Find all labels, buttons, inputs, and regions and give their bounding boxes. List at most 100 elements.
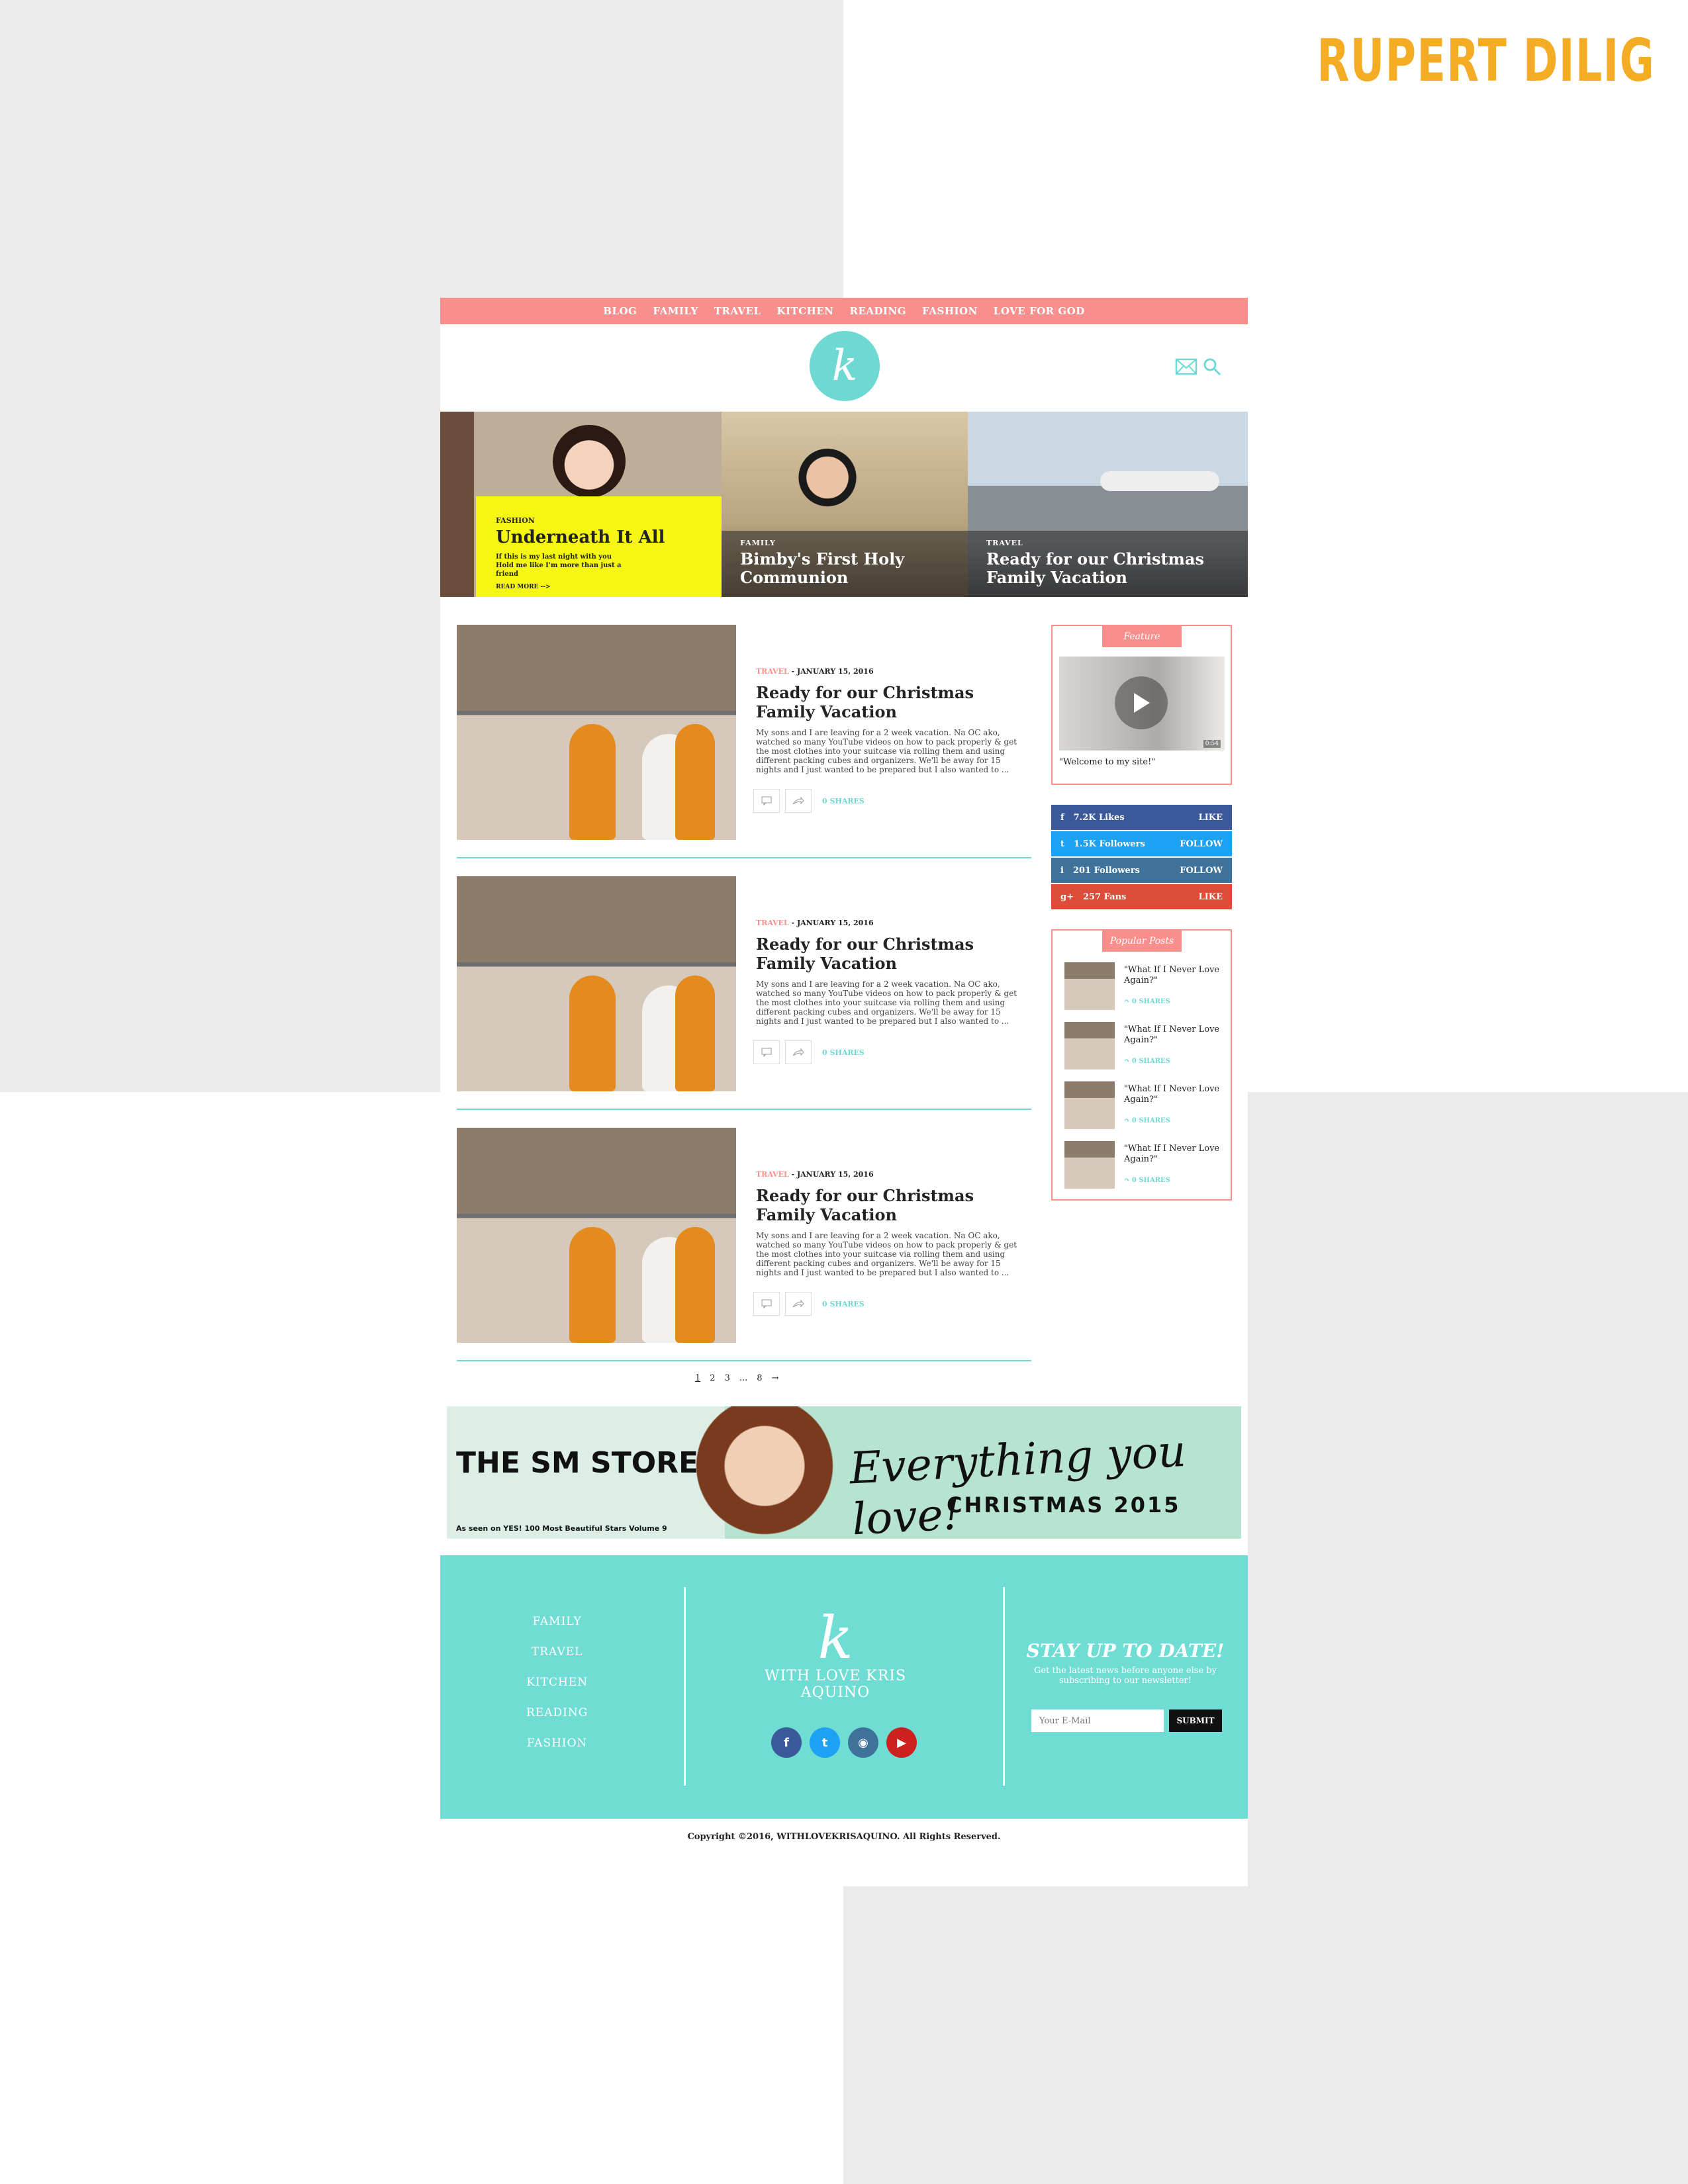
nav-fashion[interactable]: FASHION — [922, 305, 978, 317]
instagram-follow-button[interactable]: FOLLOW — [1180, 866, 1223, 876]
page-3[interactable]: 3 — [725, 1373, 730, 1383]
googleplus-like-button[interactable]: LIKE — [1199, 892, 1223, 902]
submit-button[interactable]: SUBMIT — [1169, 1709, 1222, 1732]
nav-travel[interactable]: TRAVEL — [714, 305, 761, 317]
hero-title[interactable]: Bimby's First Holy Communion — [740, 550, 949, 587]
share-count: 0 SHARES — [1131, 998, 1170, 1005]
pagination: 1 2 3 ... 8 → — [695, 1373, 778, 1383]
hero-title[interactable]: Ready for our Christmas Family Vacation — [986, 550, 1229, 587]
comment-button[interactable] — [753, 1040, 780, 1064]
footer-divider — [1003, 1587, 1005, 1786]
search-icon[interactable] — [1203, 357, 1221, 376]
popular-post-thumb[interactable] — [1064, 962, 1115, 1010]
footer-nav-reading[interactable]: READING — [526, 1706, 588, 1719]
popular-post-title[interactable]: "What If I Never Love Again?" — [1124, 1024, 1223, 1046]
email-field[interactable] — [1031, 1709, 1164, 1732]
post-title[interactable]: Ready for our Christmas Family Vacation — [756, 934, 1021, 973]
popular-post-thumb[interactable] — [1064, 1141, 1115, 1189]
footer-nav-fashion[interactable]: FASHION — [527, 1737, 588, 1750]
comment-button[interactable] — [753, 789, 780, 813]
googleplus-row[interactable]: g+ 257 Fans LIKE — [1051, 884, 1232, 909]
play-icon[interactable] — [1115, 676, 1168, 729]
popular-post-title[interactable]: "What If I Never Love Again?" — [1124, 1084, 1223, 1105]
site-logo[interactable]: k — [810, 331, 880, 401]
facebook-like-button[interactable]: LIKE — [1199, 813, 1223, 823]
page-8[interactable]: 8 — [757, 1373, 762, 1383]
mail-icon[interactable] — [1175, 357, 1197, 376]
popular-post-title[interactable]: "What If I Never Love Again?" — [1124, 965, 1223, 986]
popular-post-item[interactable]: "What If I Never Love Again?" ↷ 0 SHARES — [1064, 1022, 1223, 1075]
feature-video[interactable]: 0:54 — [1059, 657, 1225, 751]
share-icon — [792, 1048, 804, 1056]
nav-blog[interactable]: BLOG — [603, 305, 637, 317]
twitter-follow-button[interactable]: FOLLOW — [1180, 839, 1223, 849]
hero-category: TRAVEL — [986, 539, 1023, 547]
post-image[interactable] — [457, 876, 736, 1091]
next-page-arrow[interactable]: → — [772, 1373, 779, 1383]
post-image[interactable] — [457, 1128, 736, 1343]
youtube-icon[interactable]: ▶ — [886, 1727, 917, 1758]
popular-post-item[interactable]: "What If I Never Love Again?" ↷ 0 SHARES — [1064, 962, 1223, 1015]
post-actions: 0 SHARES — [753, 1040, 865, 1064]
popular-post-thumb[interactable] — [1064, 1022, 1115, 1069]
share-button[interactable] — [785, 1040, 812, 1064]
post-image[interactable] — [457, 625, 736, 840]
popular-post-title[interactable]: "What If I Never Love Again?" — [1124, 1144, 1223, 1165]
facebook-icon: f — [1060, 812, 1064, 823]
nav-family[interactable]: FAMILY — [653, 305, 698, 317]
widget-header: Feature — [1102, 626, 1182, 647]
share-count: 0 SHARES — [822, 796, 865, 805]
post-category[interactable]: TRAVEL — [756, 667, 789, 676]
post-card: TRAVEL - JANUARY 15, 2016 Ready for our … — [457, 625, 1031, 876]
airplane-shape — [1100, 471, 1219, 491]
hero-category: FASHION — [496, 516, 535, 525]
read-more-link[interactable]: READ MORE --> — [496, 584, 702, 590]
post-card: TRAVEL - JANUARY 15, 2016 Ready for our … — [457, 876, 1031, 1128]
twitter-icon[interactable]: t — [810, 1727, 840, 1758]
comment-button[interactable] — [753, 1292, 780, 1316]
facebook-row[interactable]: f 7.2K Likes LIKE — [1051, 805, 1232, 830]
post-excerpt: My sons and I are leaving for a 2 week v… — [756, 1231, 1017, 1277]
hero-panel-family[interactable]: FAMILY Bimby's First Holy Communion — [722, 412, 968, 597]
newsletter: STAY UP TO DATE! Get the latest news bef… — [1016, 1640, 1235, 1686]
nav-love-for-god[interactable]: LOVE FOR GOD — [994, 305, 1085, 317]
footer-nav-kitchen[interactable]: KITCHEN — [526, 1676, 588, 1689]
popular-posts-widget: Popular Posts "What If I Never Love Agai… — [1051, 929, 1232, 1201]
facebook-icon[interactable]: f — [771, 1727, 802, 1758]
post-title[interactable]: Ready for our Christmas Family Vacation — [756, 683, 1021, 721]
hero-title[interactable]: Underneath It All — [496, 527, 702, 547]
footer-nav-family[interactable]: FAMILY — [533, 1615, 582, 1628]
footer-nav-travel[interactable]: TRAVEL — [532, 1645, 583, 1659]
post-category[interactable]: TRAVEL — [756, 1170, 789, 1179]
page-1[interactable]: 1 — [695, 1373, 700, 1383]
post-category[interactable]: TRAVEL — [756, 919, 789, 927]
post-divider — [457, 857, 1031, 858]
copyright: Copyright ©2016, WITHLOVEKRISAQUINO. All… — [687, 1832, 1001, 1842]
post-actions: 0 SHARES — [753, 789, 865, 813]
post-date: - JANUARY 15, 2016 — [788, 919, 874, 927]
post-actions: 0 SHARES — [753, 1292, 865, 1316]
instagram-row[interactable]: i 201 Followers FOLLOW — [1051, 858, 1232, 883]
ad-banner[interactable]: THE SM STORE As seen on YES! 100 Most Be… — [447, 1406, 1241, 1545]
post-list: TRAVEL - JANUARY 15, 2016 Ready for our … — [457, 625, 1031, 1379]
popular-post-thumb[interactable] — [1064, 1081, 1115, 1129]
banner-season: CHRISTMAS 2015 — [947, 1492, 1181, 1518]
share-button[interactable] — [785, 1292, 812, 1316]
popular-post-shares: ↷ 0 SHARES — [1124, 1177, 1170, 1184]
newsletter-title: STAY UP TO DATE! — [1026, 1640, 1225, 1662]
share-button[interactable] — [785, 789, 812, 813]
hero-panel-travel[interactable]: TRAVEL Ready for our Christmas Family Va… — [968, 412, 1248, 597]
page-2[interactable]: 2 — [710, 1373, 715, 1383]
footer-logo-letter: k — [818, 1604, 853, 1672]
twitter-row[interactable]: t 1.5K Followers FOLLOW — [1051, 831, 1232, 856]
instagram-icon[interactable]: ◉ — [848, 1727, 878, 1758]
nav-reading[interactable]: READING — [849, 305, 906, 317]
footer-logo[interactable]: k WITH LOVE KRIS AQUINO — [746, 1604, 925, 1702]
popular-post-item[interactable]: "What If I Never Love Again?" ↷ 0 SHARES — [1064, 1081, 1223, 1134]
feature-widget: Feature 0:54 "Welcome to my site!" — [1051, 625, 1232, 785]
hero-panel-fashion[interactable]: FASHION Underneath It All If this is my … — [440, 412, 722, 597]
post-title[interactable]: Ready for our Christmas Family Vacation — [756, 1186, 1021, 1224]
popular-post-item[interactable]: "What If I Never Love Again?" ↷ 0 SHARES — [1064, 1141, 1223, 1194]
nav-kitchen[interactable]: KITCHEN — [777, 305, 834, 317]
site-header: k — [440, 324, 1248, 412]
